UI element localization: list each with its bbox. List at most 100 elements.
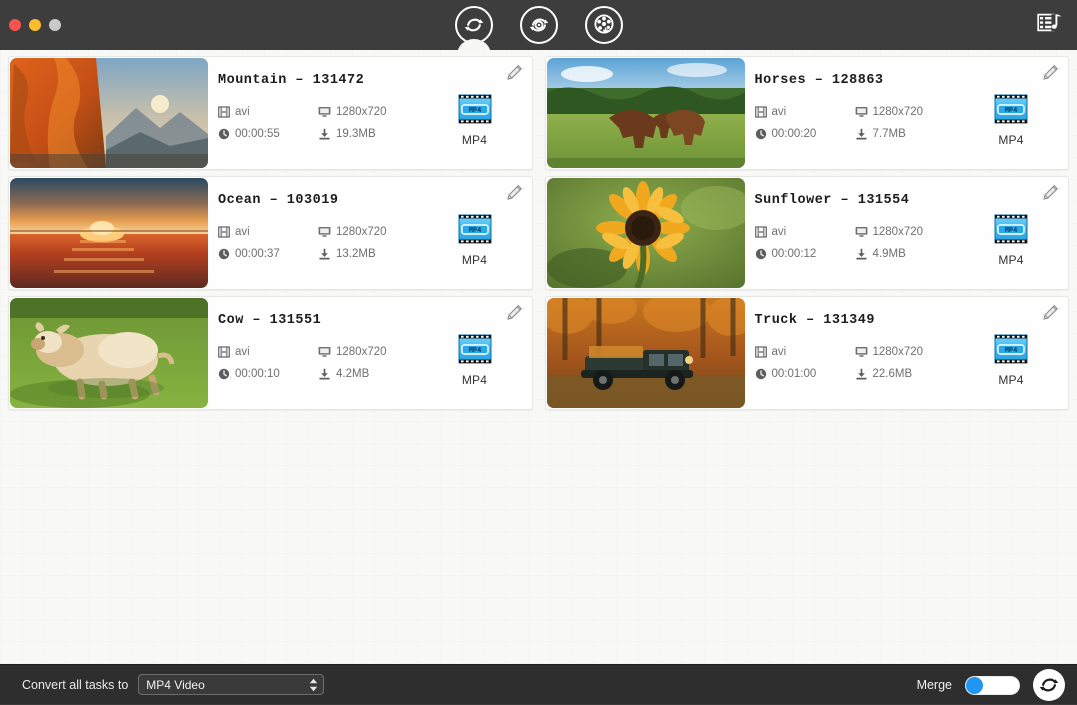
download-size-icon: [318, 248, 331, 260]
convert-all-format-select[interactable]: MP4 Video: [138, 674, 324, 695]
task-output-format[interactable]: MP4 MP4: [982, 93, 1040, 147]
task-duration: 00:00:20: [755, 124, 855, 144]
task-meta: avi 1280x720 00:00:20: [755, 102, 965, 144]
task-duration-value: 00:00:12: [772, 248, 817, 260]
monitor-icon: [318, 346, 331, 358]
task-thumbnail-sunflower-closeup[interactable]: [547, 178, 745, 288]
task-card[interactable]: Sunflower – 131554 avi 1280x: [545, 176, 1070, 290]
task-card[interactable]: Horses – 128863 avi 1280x720: [545, 56, 1070, 170]
task-resolution-value: 1280x720: [336, 106, 387, 118]
convert-run-button[interactable]: [1033, 669, 1065, 701]
task-output-format[interactable]: MP4 MP4: [982, 213, 1040, 267]
task-size-value: 4.2MB: [336, 368, 369, 380]
task-resolution: 1280x720: [318, 222, 428, 242]
task-resolution-value: 1280x720: [873, 226, 924, 238]
task-title: Sunflower – 131554: [755, 193, 1069, 208]
pencil-icon[interactable]: [505, 304, 523, 322]
toolbar-tab-download[interactable]: [585, 6, 623, 44]
task-output-format[interactable]: MP4 MP4: [446, 93, 504, 147]
output-format-badge: MP4: [1005, 227, 1018, 235]
download-size-icon: [855, 128, 868, 140]
task-resolution-value: 1280x720: [873, 106, 924, 118]
task-size-value: 19.3MB: [336, 128, 376, 140]
task-resolution: 1280x720: [318, 342, 428, 362]
monitor-icon: [318, 226, 331, 238]
task-thumbnail-cow-on-grass[interactable]: [10, 298, 208, 408]
task-output-format[interactable]: MP4 MP4: [982, 333, 1040, 387]
task-duration: 00:00:12: [755, 244, 855, 264]
task-card[interactable]: Ocean – 103019 avi 1280x720: [8, 176, 533, 290]
task-format-in: avi: [755, 342, 855, 362]
titlebar: [0, 0, 1077, 50]
task-card[interactable]: Truck – 131349 avi 1280x720: [545, 296, 1070, 410]
task-size: 7.7MB: [855, 124, 965, 144]
task-duration: 00:00:10: [218, 364, 318, 384]
pencil-icon[interactable]: [505, 64, 523, 82]
task-size: 4.2MB: [318, 364, 428, 384]
task-meta: avi 1280x720 00:00:10: [218, 342, 428, 384]
clock-icon: [218, 368, 230, 380]
monitor-icon: [318, 106, 331, 118]
task-grid: Mountain – 131472 avi 1280x7: [8, 56, 1069, 410]
task-size: 13.2MB: [318, 244, 428, 264]
task-format-in: avi: [755, 102, 855, 122]
task-output-format[interactable]: MP4 MP4: [446, 333, 504, 387]
task-details: Mountain – 131472 avi 1280x7: [208, 57, 532, 169]
download-size-icon: [318, 368, 331, 380]
task-thumbnail-vintage-truck-autumn[interactable]: [547, 298, 745, 408]
task-duration-value: 00:01:00: [772, 368, 817, 380]
task-duration-value: 00:00:37: [235, 248, 280, 260]
app-window: Mountain – 131472 avi 1280x7: [0, 0, 1077, 704]
task-thumbnail-mountain-autumn-sunrise[interactable]: [10, 58, 208, 168]
task-format-in: avi: [218, 102, 318, 122]
pencil-icon[interactable]: [1041, 304, 1059, 322]
task-meta: avi 1280x720 00:00:37: [218, 222, 428, 264]
task-resolution: 1280x720: [318, 102, 428, 122]
task-title: Cow – 131551: [218, 313, 532, 328]
toolbar-tab-burn[interactable]: [520, 6, 558, 44]
task-size: 19.3MB: [318, 124, 428, 144]
task-title: Mountain – 131472: [218, 73, 532, 88]
pencil-icon[interactable]: [505, 184, 523, 202]
media-library-icon[interactable]: [1037, 11, 1063, 40]
film-strip-icon: [218, 346, 230, 358]
task-thumbnail-horses-in-field[interactable]: [547, 58, 745, 168]
toolbar-tab-convert[interactable]: [455, 6, 493, 44]
convert-all-label: Convert all tasks to: [22, 678, 128, 692]
convert-all-format-value: MP4 Video: [146, 678, 204, 692]
clock-icon: [218, 128, 230, 140]
clock-icon: [755, 368, 767, 380]
output-format-badge: MP4: [468, 227, 481, 235]
stepper-arrows-icon[interactable]: [309, 678, 318, 692]
download-size-icon: [318, 128, 331, 140]
task-duration-value: 00:00:20: [772, 128, 817, 140]
merge-toggle[interactable]: [965, 676, 1020, 695]
task-card[interactable]: Cow – 131551 avi 1280x720: [8, 296, 533, 410]
task-output-format-label: MP4: [446, 133, 504, 147]
task-title: Horses – 128863: [755, 73, 1069, 88]
task-format-in: avi: [755, 222, 855, 242]
task-details: Truck – 131349 avi 1280x720: [745, 297, 1069, 409]
task-details: Sunflower – 131554 avi 1280x: [745, 177, 1069, 289]
film-strip-icon: [218, 106, 230, 118]
clock-icon: [218, 248, 230, 260]
titlebar-right-actions: [1037, 0, 1063, 50]
task-duration: 00:00:37: [218, 244, 318, 264]
download-size-icon: [855, 248, 868, 260]
output-format-badge: MP4: [1005, 347, 1018, 355]
task-output-format[interactable]: MP4 MP4: [446, 213, 504, 267]
pencil-icon[interactable]: [1041, 184, 1059, 202]
task-details: Horses – 128863 avi 1280x720: [745, 57, 1069, 169]
task-resolution-value: 1280x720: [336, 226, 387, 238]
monitor-icon: [855, 346, 868, 358]
task-card[interactable]: Mountain – 131472 avi 1280x7: [8, 56, 533, 170]
pencil-icon[interactable]: [1041, 64, 1059, 82]
task-resolution: 1280x720: [855, 102, 965, 122]
task-thumbnail-ocean-sunset[interactable]: [10, 178, 208, 288]
task-details: Cow – 131551 avi 1280x720: [208, 297, 532, 409]
download-size-icon: [855, 368, 868, 380]
monitor-icon: [855, 106, 868, 118]
task-details: Ocean – 103019 avi 1280x720: [208, 177, 532, 289]
task-size: 4.9MB: [855, 244, 965, 264]
task-resolution-value: 1280x720: [336, 346, 387, 358]
